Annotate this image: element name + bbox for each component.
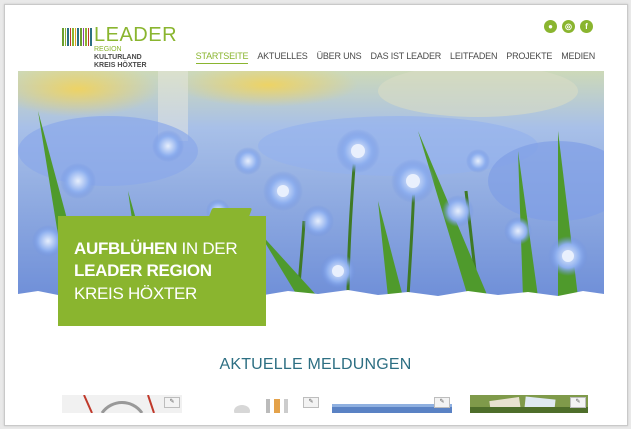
hero-callout: AUFBLÜHEN IN DER LEADER REGION KREIS HÖX… bbox=[58, 208, 266, 326]
nav-item-leitfaden[interactable]: LEITFADEN bbox=[450, 51, 497, 64]
nav-item-medien[interactable]: MEDIEN bbox=[561, 51, 595, 64]
edit-icon[interactable]: ✎ bbox=[164, 397, 180, 408]
logo-wordmark: LEADER bbox=[94, 24, 178, 46]
news-thumbnail-4[interactable]: ✎ bbox=[470, 395, 588, 413]
logo-bars-icon bbox=[62, 28, 92, 46]
logo-subline-kulturland: KULTURLAND bbox=[94, 54, 142, 61]
nav-item-ueber-uns[interactable]: ÜBER UNS bbox=[317, 51, 362, 64]
edit-icon[interactable]: ✎ bbox=[303, 397, 319, 408]
search-icon[interactable]: ◎ bbox=[562, 20, 575, 33]
news-thumbnail-2[interactable]: ✎ bbox=[226, 395, 321, 413]
logo-subline-kreis: KREIS HÖXTER bbox=[94, 62, 147, 69]
site-logo[interactable]: LEADER REGION KULTURLAND KREIS HÖXTER bbox=[62, 24, 177, 72]
edit-icon[interactable]: ✎ bbox=[570, 397, 586, 408]
news-section-title: AKTUELLE MELDUNGEN bbox=[219, 356, 412, 373]
nav-item-aktuelles[interactable]: AKTUELLES bbox=[257, 51, 307, 64]
nav-item-projekte[interactable]: PROJEKTE bbox=[506, 51, 552, 64]
callout-line-1: AUFBLÜHEN IN DER bbox=[74, 239, 238, 258]
news-thumbnail-3[interactable]: ✎ bbox=[332, 395, 452, 413]
social-links: ● ◎ f bbox=[544, 20, 593, 33]
main-nav: STARTSEITE AKTUELLES ÜBER UNS DAS IST LE… bbox=[195, 51, 595, 64]
nav-item-startseite[interactable]: STARTSEITE bbox=[195, 51, 249, 64]
nav-item-das-ist-leader[interactable]: DAS IST LEADER bbox=[370, 51, 441, 64]
speech-bubble-icon[interactable]: ● bbox=[544, 20, 557, 33]
facebook-icon[interactable]: f bbox=[580, 20, 593, 33]
edit-icon[interactable]: ✎ bbox=[434, 397, 450, 408]
logo-subline-region: REGION bbox=[94, 46, 122, 53]
callout-line-3: KREIS HÖXTER bbox=[74, 284, 197, 303]
news-thumbnail-1[interactable]: ✎ bbox=[62, 395, 182, 413]
callout-line-2: LEADER REGION bbox=[74, 261, 212, 280]
